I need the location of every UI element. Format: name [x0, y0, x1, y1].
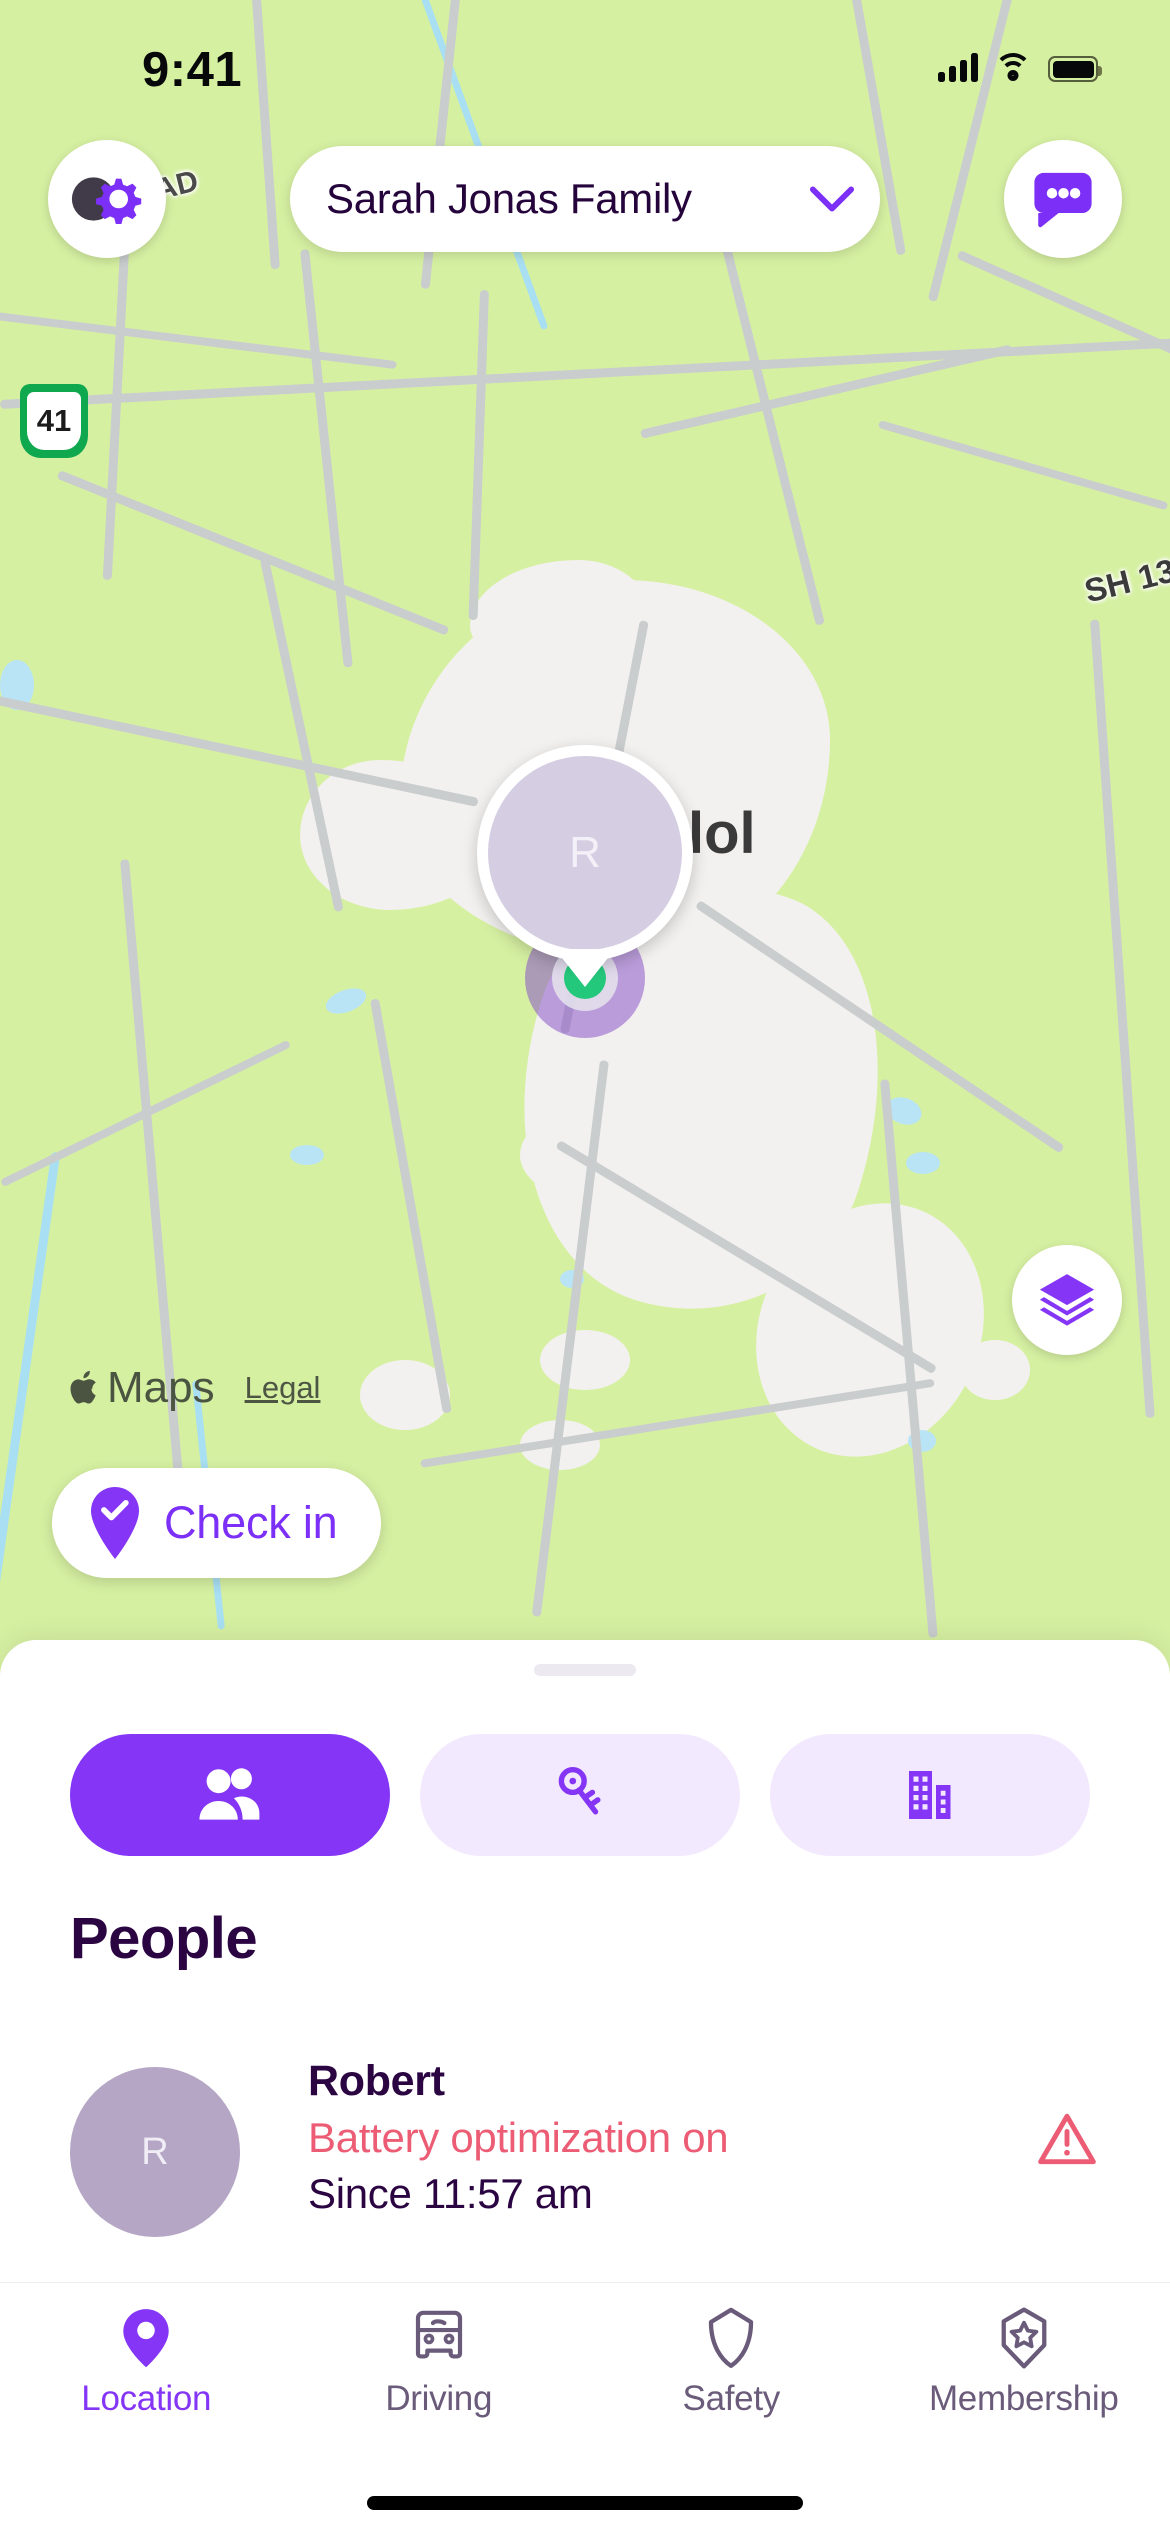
map-road [260, 558, 344, 913]
person-name: Robert [308, 2057, 445, 2105]
person-avatar: R [70, 2067, 240, 2237]
maps-provider-label: Maps [107, 1363, 215, 1412]
chat-button[interactable] [1004, 140, 1122, 258]
nav-item-safety[interactable]: Safety [585, 2283, 878, 2462]
chevron-down-icon[interactable] [784, 185, 880, 213]
map-water [322, 983, 370, 1019]
tab-places[interactable] [770, 1734, 1090, 1856]
chat-bubble-icon [1034, 172, 1092, 228]
map-road [56, 470, 450, 636]
check-in-pin-icon [91, 1487, 139, 1559]
map-road [102, 250, 129, 581]
person-details: Robert Battery optimization on Since 11:… [308, 2057, 729, 2218]
map-user-marker-tail [555, 949, 615, 987]
location-pin-icon [123, 2309, 169, 2368]
map-water [290, 1145, 324, 1165]
map-road [468, 290, 489, 621]
nav-label-location: Location [81, 2379, 212, 2418]
person-list-item[interactable]: R Robert Battery optimization on Since 1… [0, 2055, 1170, 2250]
map-land-patch [690, 1060, 810, 1140]
status-bar-indicators [938, 52, 1102, 82]
car-icon [415, 2310, 462, 2359]
tab-driving[interactable] [420, 1734, 740, 1856]
person-status: Battery optimization on [308, 2114, 729, 2161]
map-water [906, 1152, 940, 1174]
map-river [0, 1151, 61, 1629]
check-in-button[interactable]: Check in [52, 1468, 382, 1578]
people-section-title: People [70, 1906, 258, 1971]
phone-screen: 41 OAD SH 13 lol R Maps Legal [0, 0, 1170, 2532]
map-land-patch [470, 560, 650, 670]
highway-shield-number: 41 [27, 392, 81, 450]
people-icon [199, 1768, 260, 1820]
nav-label-membership: Membership [928, 2379, 1119, 2418]
map-land-patch [540, 1330, 630, 1390]
sheet-tabs [70, 1734, 1090, 1856]
apple-maps-logo: Maps [68, 1363, 215, 1413]
nav-label-driving: Driving [385, 2379, 493, 2418]
apple-logo-icon [70, 1370, 96, 1404]
person-warning-button[interactable] [1036, 2110, 1098, 2173]
bottom-navigation: Location Driving Safety Membership [0, 2282, 1170, 2462]
home-indicator [367, 2496, 803, 2510]
map-road [370, 998, 452, 1414]
sheet-drag-handle[interactable] [534, 1664, 636, 1676]
cellular-signal-icon [938, 52, 978, 82]
check-in-label: Check in [164, 1497, 338, 1548]
family-name-label: Sarah Jonas Family [326, 175, 692, 222]
building-icon [909, 1771, 951, 1819]
map-land-patch [960, 1340, 1030, 1400]
settings-button[interactable] [48, 140, 166, 258]
nav-item-driving[interactable]: Driving [293, 2283, 586, 2462]
map-layers-button[interactable] [1012, 1245, 1122, 1355]
nav-item-location[interactable]: Location [0, 2283, 293, 2462]
settings-gear-avatar-icon [71, 177, 142, 224]
map-road [877, 420, 1169, 511]
family-selector[interactable]: Sarah Jonas Family [290, 146, 880, 252]
status-bar: 9:41 [0, 0, 1170, 110]
badge-star-icon [1001, 2307, 1047, 2369]
highway-shield-icon: 41 [20, 384, 88, 458]
tab-people[interactable] [70, 1734, 390, 1856]
shield-icon [709, 2307, 754, 2369]
map-state-highway-label: SH 13 [1081, 551, 1170, 610]
map-attribution: Maps Legal [68, 1363, 320, 1413]
map-user-marker[interactable]: R [477, 745, 693, 987]
person-since: Since 11:57 am [308, 2170, 593, 2217]
warning-triangle-icon [1038, 2113, 1096, 2165]
map-road [120, 859, 190, 1558]
key-icon [558, 1766, 601, 1815]
map-road [0, 310, 397, 370]
nav-label-safety: Safety [682, 2379, 781, 2418]
map-road [300, 249, 353, 668]
layers-icon [1039, 1274, 1095, 1326]
battery-icon [1048, 56, 1102, 82]
map-user-marker-initial: R [477, 745, 693, 961]
map-city-label: lol [688, 801, 756, 866]
legal-link[interactable]: Legal [245, 1370, 321, 1406]
map-canvas[interactable]: 41 OAD SH 13 lol R Maps Legal [0, 0, 1170, 1700]
nav-item-membership[interactable]: Membership [878, 2283, 1170, 2462]
wifi-icon [994, 53, 1032, 82]
status-bar-clock: 9:41 [142, 43, 243, 97]
